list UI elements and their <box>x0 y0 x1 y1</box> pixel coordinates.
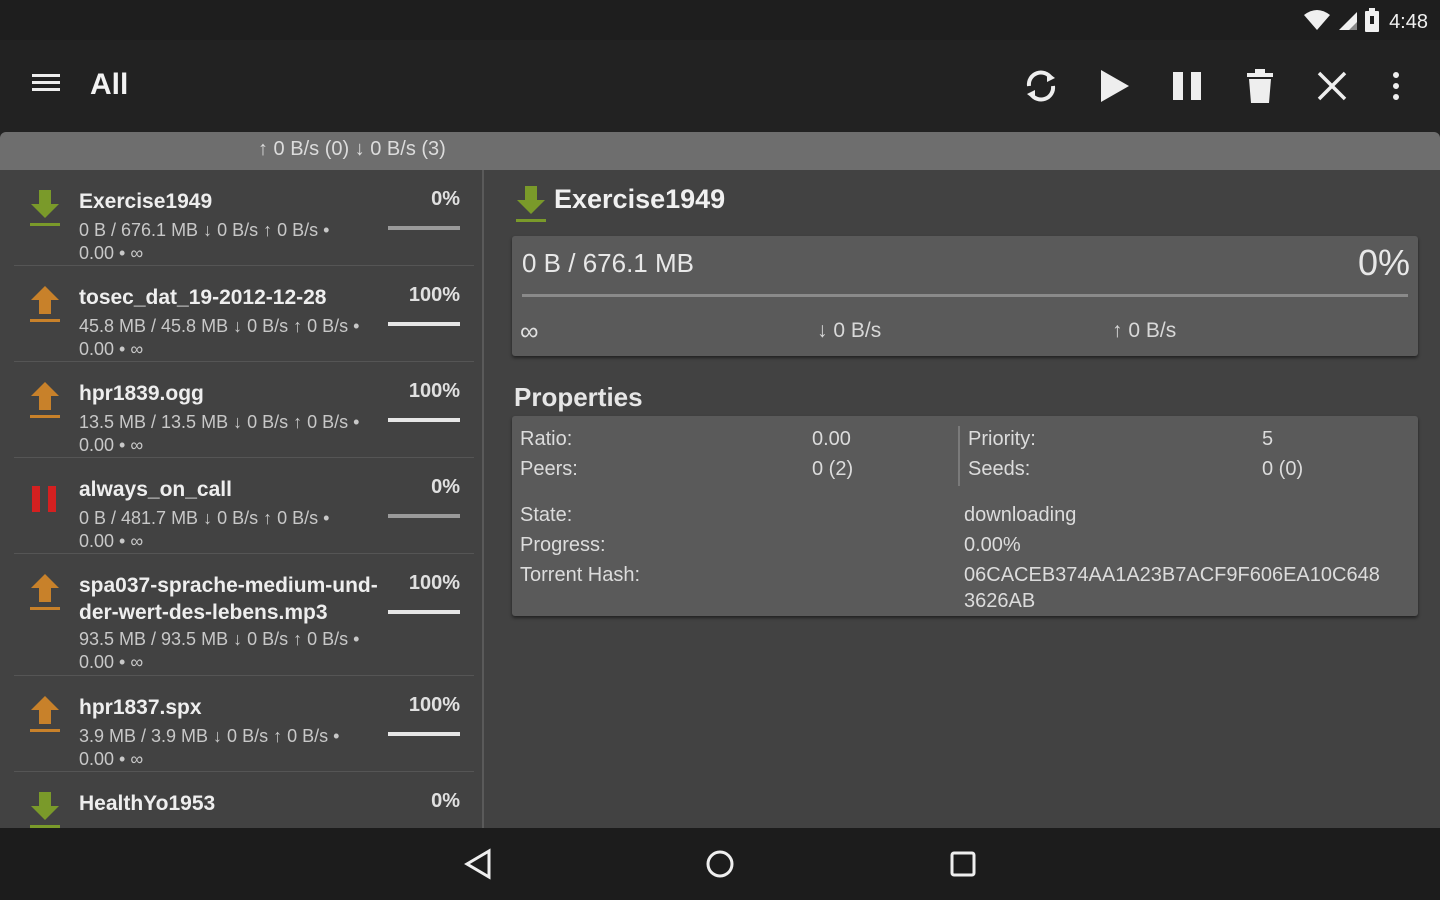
status-bar: 4:48 <box>0 0 1440 40</box>
torrent-item[interactable]: HealthYo1953 0% <box>14 772 474 828</box>
properties-divider <box>958 426 960 486</box>
page-title: All <box>90 68 129 101</box>
properties-card: Ratio: 0.00 Peers: 0 (2) Priority: 5 See… <box>512 416 1418 616</box>
torrent-percent: 100% <box>408 572 460 594</box>
close-icon[interactable] <box>1308 62 1356 110</box>
torrent-item[interactable]: spa037-sprache-medium-und-der-wert-des-l… <box>14 554 474 676</box>
progress-bar <box>388 322 460 326</box>
pause-icon[interactable] <box>1163 62 1211 110</box>
download-arrow-icon <box>28 188 62 228</box>
ratio-label: Ratio: <box>520 428 573 450</box>
state-label: State: <box>520 504 573 526</box>
torrent-percent: 100% <box>408 380 460 402</box>
seeds-value: 0 (0) <box>1262 458 1304 480</box>
trash-icon[interactable] <box>1236 62 1284 110</box>
detail-progress-bar <box>522 294 1408 297</box>
detail-eta: ∞ <box>520 316 539 346</box>
torrent-name: hpr1837.spx <box>79 696 202 719</box>
torrent-ratio-eta: 0.00 • ∞ <box>79 435 144 455</box>
torrent-name: always_on_call <box>79 478 232 501</box>
torrent-stats: 93.5 MB / 93.5 MB ↓ 0 B/s ↑ 0 B/s • <box>79 629 360 649</box>
speed-summary-bar: ↑ 0 B/s (0) ↓ 0 B/s (3) <box>0 132 1440 170</box>
torrent-stats: 13.5 MB / 13.5 MB ↓ 0 B/s ↑ 0 B/s • <box>79 412 360 432</box>
torrent-percent: 100% <box>408 284 460 306</box>
torrent-percent: 0% <box>431 188 460 210</box>
torrent-stats: 45.8 MB / 45.8 MB ↓ 0 B/s ↑ 0 B/s • <box>79 316 360 336</box>
home-icon[interactable] <box>698 842 742 886</box>
torrent-item[interactable]: always_on_call 0% 0 B / 481.7 MB ↓ 0 B/s… <box>14 458 474 554</box>
detail-upload-speed: ↑ 0 B/s <box>1112 319 1177 342</box>
torrent-item[interactable]: hpr1839.ogg 100% 13.5 MB / 13.5 MB ↓ 0 B… <box>14 362 474 458</box>
properties-title: Properties <box>514 382 643 412</box>
transfer-card: 0 B / 676.1 MB 0% ∞ ↓ 0 B/s ↑ 0 B/s <box>512 236 1418 356</box>
upload-arrow-icon <box>28 694 62 734</box>
progress-bar <box>388 514 460 518</box>
torrent-stats: 0 B / 481.7 MB ↓ 0 B/s ↑ 0 B/s • <box>79 508 330 528</box>
torrent-ratio-eta: 0.00 • ∞ <box>79 243 144 263</box>
recents-icon[interactable] <box>941 842 985 886</box>
torrent-percent: 0% <box>431 790 460 812</box>
app-bar: All <box>0 40 1440 132</box>
torrent-detail: Exercise1949 0 B / 676.1 MB 0% ∞ ↓ 0 B/s… <box>484 170 1440 828</box>
upload-arrow-icon <box>28 284 62 324</box>
torrent-item[interactable]: Exercise1949 0% 0 B / 676.1 MB ↓ 0 B/s ↑… <box>14 170 474 266</box>
torrent-stats: 3.9 MB / 3.9 MB ↓ 0 B/s ↑ 0 B/s • <box>79 726 340 746</box>
more-vert-icon[interactable] <box>1372 62 1420 110</box>
progress-bar <box>388 610 460 614</box>
state-value: downloading <box>964 504 1077 526</box>
battery-icon <box>1365 8 1380 37</box>
torrent-stats: 0 B / 676.1 MB ↓ 0 B/s ↑ 0 B/s • <box>79 220 330 240</box>
torrent-ratio-eta: 0.00 • ∞ <box>79 749 144 769</box>
torrent-name: tosec_dat_19-2012-12-28 <box>79 286 327 309</box>
progress-bar <box>388 226 460 230</box>
torrent-ratio-eta: 0.00 • ∞ <box>79 339 144 359</box>
navigation-bar <box>0 828 1440 900</box>
back-icon[interactable] <box>456 842 500 886</box>
torrent-percent: 100% <box>408 694 460 716</box>
download-arrow-icon <box>514 184 548 229</box>
detail-download-speed: ↓ 0 B/s <box>817 319 882 342</box>
ratio-value: 0.00 <box>812 428 851 450</box>
torrent-name: spa037-sprache-medium-und-der-wert-des-l… <box>79 574 378 624</box>
torrent-percent: 0% <box>431 476 460 498</box>
priority-label: Priority: <box>968 428 1036 450</box>
torrent-name: Exercise1949 <box>79 190 213 213</box>
detail-name: Exercise1949 <box>554 184 726 214</box>
menu-icon[interactable] <box>30 70 66 102</box>
torrent-list: Exercise1949 0% 0 B / 676.1 MB ↓ 0 B/s ↑… <box>0 170 482 828</box>
seeds-label: Seeds: <box>968 458 1031 480</box>
peers-value: 0 (2) <box>812 458 854 480</box>
refresh-icon[interactable] <box>1017 62 1065 110</box>
torrent-name: HealthYo1953 <box>79 792 216 815</box>
signal-icon <box>1337 9 1359 36</box>
progress-bar <box>388 418 460 422</box>
torrent-item[interactable]: hpr1837.spx 100% 3.9 MB / 3.9 MB ↓ 0 B/s… <box>14 676 474 772</box>
upload-arrow-icon <box>28 380 62 420</box>
wifi-icon <box>1303 9 1331 36</box>
detail-size: 0 B / 676.1 MB <box>522 248 694 278</box>
torrent-item[interactable]: tosec_dat_19-2012-12-28 100% 45.8 MB / 4… <box>14 266 474 362</box>
content-area: Exercise1949 0% 0 B / 676.1 MB ↓ 0 B/s ↑… <box>0 170 1440 828</box>
detail-percent: 0% <box>1357 242 1410 283</box>
speed-summary: ↑ 0 B/s (0) ↓ 0 B/s (3) <box>258 138 446 160</box>
clock: 4:48 <box>1389 11 1428 33</box>
upload-arrow-icon <box>28 572 62 612</box>
hash-label: Torrent Hash: <box>520 564 641 586</box>
torrent-ratio-eta: 0.00 • ∞ <box>79 531 144 551</box>
play-icon[interactable] <box>1089 62 1137 110</box>
progress-bar <box>388 732 460 736</box>
progress-label: Progress: <box>520 534 606 556</box>
torrent-name: hpr1839.ogg <box>79 382 204 405</box>
paused-icon <box>28 476 62 516</box>
hash-value-line2: 3626AB <box>964 590 1036 612</box>
progress-value: 0.00% <box>964 534 1021 556</box>
download-arrow-icon <box>28 790 62 828</box>
priority-value: 5 <box>1262 428 1274 450</box>
torrent-ratio-eta: 0.00 • ∞ <box>79 652 144 672</box>
hash-value-line1: 06CACEB374AA1A23B7ACF9F606EA10C648 <box>964 564 1380 586</box>
peers-label: Peers: <box>520 458 578 480</box>
